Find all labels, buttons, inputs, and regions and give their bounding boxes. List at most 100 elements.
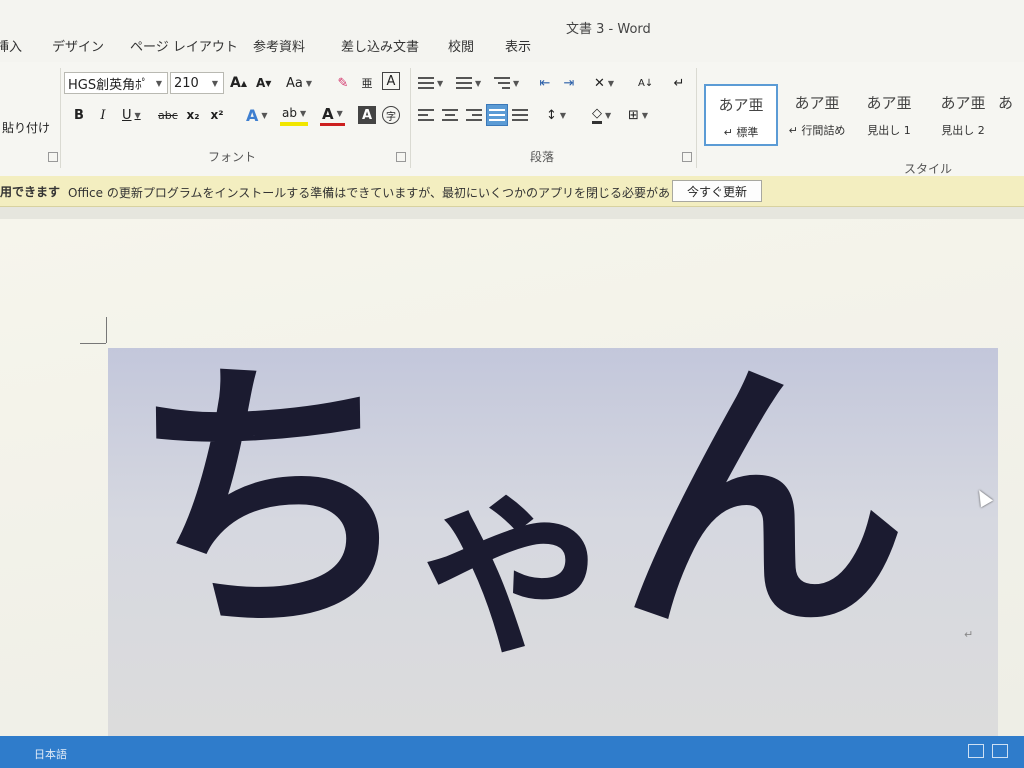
window-title: 文書 3 - Word [566, 22, 651, 37]
numbering-button[interactable]: ▼ [454, 72, 483, 94]
paste-button[interactable]: 貼り付け [0, 116, 52, 138]
group-separator [60, 68, 61, 168]
underline-button[interactable]: U ▼ [120, 104, 143, 126]
superscript-button[interactable]: x² [208, 104, 226, 126]
update-notification-bar: 用できます Office の更新プログラムをインストールする準備はできていますが… [0, 176, 1024, 207]
tab-review[interactable]: 校閲 [448, 36, 474, 55]
subscript-button[interactable]: x₂ [184, 104, 202, 126]
font-color-icon: A [322, 104, 334, 123]
distributed-align-button[interactable] [510, 104, 530, 126]
ribbon: 貼り付け HGS創英角ﾎﾟ ▼ 210 ▼ A ▲ A ▼ Aa ▼ ✎ 亜 A B … [0, 62, 1024, 177]
style-sample: あア亜 [866, 94, 912, 112]
paragraph-group-label: 段落 [530, 150, 555, 164]
justify-button[interactable] [486, 104, 508, 126]
text-box[interactable]: ちゃん ↵ [108, 348, 998, 738]
decrease-indent-icon[interactable]: ⇤ [536, 72, 554, 94]
style-sample: あ [998, 94, 1014, 112]
paragraph-mark: ↵ [964, 628, 974, 641]
update-now-button[interactable]: 今すぐ更新 [672, 180, 762, 202]
margin-corner-mark [80, 343, 106, 344]
document-text: ちゃん [128, 348, 909, 671]
numbering-icon [456, 77, 472, 89]
font-launcher-icon[interactable] [396, 152, 406, 162]
shading-button[interactable]: ◇ ▼ [590, 104, 613, 126]
shrink-font-button[interactable]: A ▼ [254, 72, 273, 94]
text-effects-button[interactable]: A ▼ [244, 104, 270, 126]
style-sample: あア亜 [718, 96, 764, 114]
style-sample: あア亜 [794, 94, 840, 112]
change-case-icon: Aa [286, 75, 303, 91]
grow-font-button[interactable]: A ▲ [228, 72, 249, 94]
tab-view[interactable]: 表示 [505, 36, 531, 55]
align-left-button[interactable] [416, 104, 436, 126]
strikethrough-button[interactable]: abc [156, 104, 180, 126]
char-border-button[interactable]: A [382, 72, 400, 90]
style-sample: あア亜 [940, 94, 986, 112]
read-mode-icon[interactable] [968, 744, 984, 758]
style-name: 見出し 1 [867, 124, 911, 137]
align-left-icon [418, 109, 434, 121]
increase-indent-icon[interactable]: ⇥ [560, 72, 578, 94]
clear-format-icon[interactable]: ✎ [334, 72, 352, 94]
align-center-icon [442, 109, 458, 121]
italic-button[interactable]: I [94, 104, 112, 126]
title-bar: 文書 3 - Word 挿入 デザイン ページ レイアウト 参考資料 差し込み文… [0, 0, 1024, 62]
underline-icon: U [122, 107, 132, 123]
enclose-char-button[interactable]: 字 [382, 106, 400, 124]
borders-button[interactable]: ⊞ ▼ [626, 104, 650, 126]
char-chi: ち [128, 348, 418, 671]
styles-group-label: スタイル [904, 162, 953, 176]
multilevel-list-button[interactable]: ▼ [492, 72, 521, 94]
document-page[interactable]: ちゃん ↵ [0, 219, 1024, 738]
group-separator [410, 68, 411, 168]
tab-mailings[interactable]: 差し込み文書 [341, 36, 419, 55]
tab-design[interactable]: デザイン [52, 36, 104, 55]
bold-button[interactable]: B [70, 104, 88, 126]
notification-title: 用できます [0, 185, 61, 199]
line-spacing-icon: ↕ [546, 107, 557, 123]
align-center-button[interactable] [440, 104, 460, 126]
font-name-value: HGS創英角ﾎﾟ [68, 77, 149, 93]
clipboard-launcher-icon[interactable] [48, 152, 58, 162]
phonetic-guide-button[interactable]: 亜 [358, 72, 376, 94]
style-name: ↵ 標準 [723, 126, 759, 139]
style-heading-2[interactable]: あア亜 見出し 2 [926, 84, 1000, 146]
char-small-ya: ゃ [408, 437, 619, 682]
font-size-dropdown[interactable]: 210 ▼ [170, 72, 224, 94]
show-marks-icon[interactable]: ↵ [670, 72, 688, 94]
highlight-button[interactable]: ab ▼ [280, 104, 309, 126]
notification-message: Office の更新プログラムをインストールする準備はできていますが、最初にいく… [68, 186, 717, 200]
tab-references[interactable]: 参考資料 [253, 36, 305, 55]
font-color-button[interactable]: A ▼ [320, 104, 345, 126]
document-area: ちゃん ↵ [0, 207, 1024, 738]
distributed-align-icon [512, 109, 528, 121]
line-spacing-button[interactable]: ↕ ▼ [544, 104, 568, 126]
style-name: 見出し 2 [941, 124, 985, 137]
margin-corner-mark [106, 317, 107, 343]
style-heading-1[interactable]: あア亜 見出し 1 [852, 84, 926, 146]
justify-icon [489, 109, 505, 121]
language-status[interactable]: 日本語 [34, 746, 67, 762]
shrink-font-icon: A [256, 76, 266, 90]
font-group-label: フォント [208, 150, 257, 164]
font-size-value: 210 [174, 75, 199, 91]
font-name-dropdown[interactable]: HGS創英角ﾎﾟ ▼ [64, 72, 168, 94]
asian-layout-button[interactable]: ✕ ▼ [592, 72, 616, 94]
style-more[interactable]: あ [990, 84, 1024, 146]
print-layout-icon[interactable] [992, 744, 1008, 758]
char-n: ん [618, 348, 909, 671]
sort-icon[interactable]: A↓ [636, 72, 655, 94]
change-case-button[interactable]: Aa ▼ [284, 72, 314, 94]
style-no-spacing[interactable]: あア亜 ↵ 行間詰め [780, 84, 854, 146]
asian-layout-icon: ✕ [594, 75, 605, 91]
tab-insert[interactable]: 挿入 [0, 36, 22, 55]
paint-bucket-icon: ◇ [592, 106, 602, 124]
align-right-button[interactable] [464, 104, 484, 126]
char-shading-button[interactable]: A [358, 106, 376, 124]
highlight-icon: ab [282, 106, 297, 120]
style-normal[interactable]: あア亜 ↵ 標準 [704, 84, 778, 146]
bullets-icon [418, 77, 434, 89]
tab-page-layout[interactable]: ページ レイアウト [130, 36, 238, 55]
paragraph-launcher-icon[interactable] [682, 152, 692, 162]
bullets-button[interactable]: ▼ [416, 72, 445, 94]
